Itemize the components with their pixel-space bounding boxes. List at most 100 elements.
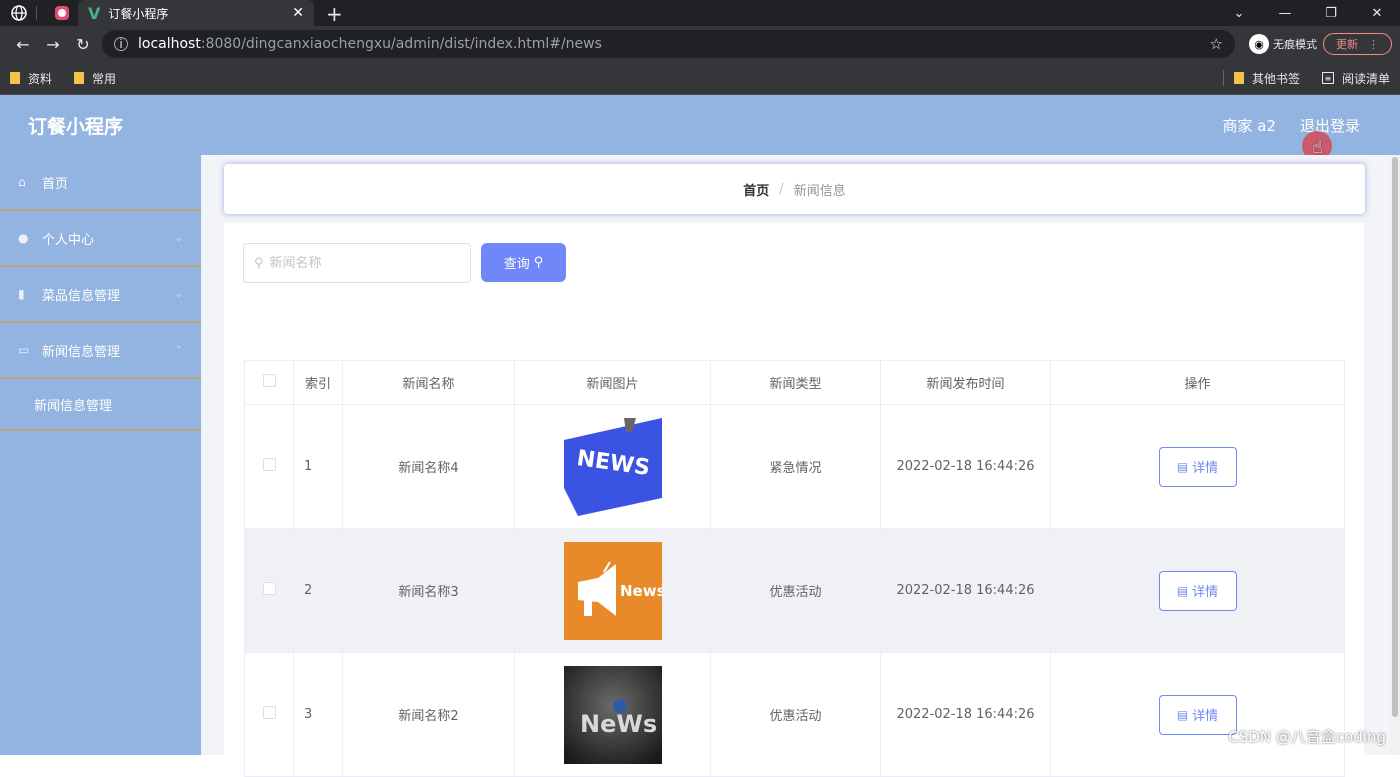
current-user: 商家 a2 — [1222, 116, 1276, 135]
checkbox-cell — [244, 404, 294, 529]
detail-label: 详情 — [1192, 461, 1219, 476]
image-cell: News — [514, 528, 711, 653]
info-icon[interactable]: i — [114, 37, 128, 51]
pinned-tab-icon[interactable] — [51, 2, 73, 24]
content-card: ⚲ 查询 ⚲ 索引 新闻名称 新闻图片 新闻类型 — [224, 223, 1364, 777]
detail-label: 详情 — [1192, 585, 1219, 600]
breadcrumb-home[interactable]: 首页 — [743, 180, 769, 199]
name-cell: 新闻名称2 — [342, 652, 515, 777]
query-button-label: 查询 — [503, 257, 530, 272]
reading-list-icon: ≡ — [1321, 72, 1334, 84]
checkbox-cell — [244, 528, 294, 653]
bookmarks-right: 其他书签 ≡ 阅读清单 — [1222, 70, 1390, 87]
row-checkbox[interactable] — [262, 582, 276, 595]
tab-active[interactable]: V 订餐小程序 ✕ — [78, 0, 314, 26]
forward-button[interactable]: → — [38, 35, 68, 54]
folder-icon — [10, 72, 20, 84]
search-icon: ⚲ — [533, 255, 544, 270]
detail-button[interactable]: ▤ 详情 — [1158, 570, 1237, 611]
update-button[interactable]: 更新 ⋮ — [1323, 33, 1392, 55]
minimize-button[interactable]: — — [1262, 6, 1308, 21]
row-checkbox[interactable] — [262, 706, 276, 719]
bookmark-label: 资料 — [28, 71, 53, 86]
sidebar-item-personal-center[interactable]: ● 个人中心 ⌄ — [0, 211, 201, 267]
restore-button[interactable]: ❐ — [1308, 6, 1354, 21]
scrollbar[interactable] — [1390, 155, 1400, 755]
bookmark-folder-ziliao[interactable]: 资料 — [10, 70, 52, 87]
column-header: 操作 — [1050, 360, 1345, 405]
back-button[interactable]: ← — [8, 35, 38, 54]
bookmarks-bar: 资料 常用 其他书签 ≡ 阅读清单 — [0, 62, 1400, 95]
incognito-icon: ◉ — [1249, 34, 1269, 54]
news-image[interactable]: NEWS — [563, 417, 662, 516]
sidebar-item-news-management[interactable]: ▭ 新闻信息管理 ⌃ — [0, 323, 201, 379]
sidebar-item-home[interactable]: ⌂ 首页 — [0, 155, 201, 211]
tab-separator — [36, 6, 37, 20]
sidebar-subitem-label: 新闻信息管理 — [34, 398, 113, 414]
chevron-down-icon: ⌄ — [174, 288, 183, 300]
globe-icon[interactable] — [8, 2, 30, 24]
document-icon: ▤ — [1176, 459, 1189, 474]
table-row: 1 新闻名称4 NEWS 紧急情况 2022-02-18 16:44:26 ▤ … — [244, 404, 1345, 529]
row-checkbox[interactable] — [262, 458, 276, 471]
address-bar-row: ← → ↻ i localhost:8080/dingcanxiaochengx… — [0, 26, 1400, 62]
search-icon: ⚲ — [254, 255, 264, 271]
bookmark-folder-changyong[interactable]: 常用 — [74, 70, 116, 87]
reading-list[interactable]: ≡ 阅读清单 — [1321, 70, 1390, 87]
image-cell: NEWS — [514, 404, 711, 529]
detail-label: 详情 — [1192, 709, 1219, 724]
browser-tabbar: V 订餐小程序 ✕ + ⌄ — ❐ ✕ — [0, 0, 1400, 26]
incognito-indicator[interactable]: ◉ 无痕模式 — [1249, 34, 1317, 54]
search-input[interactable] — [269, 255, 450, 271]
type-cell: 优惠活动 — [710, 528, 881, 653]
close-window-button[interactable]: ✕ — [1354, 6, 1400, 21]
tab-close-icon[interactable]: ✕ — [292, 5, 304, 21]
other-bookmarks[interactable]: 其他书签 — [1233, 70, 1300, 87]
window-controls: ⌄ — ❐ ✕ — [1216, 0, 1400, 26]
breadcrumb-separator: / — [779, 181, 784, 197]
news-table: 索引 新闻名称 新闻图片 新闻类型 新闻发布时间 操作 1 新闻名称4 NEWS… — [244, 360, 1345, 777]
select-all-cell — [244, 360, 294, 405]
bookmark-separator — [1222, 70, 1224, 86]
column-header: 新闻类型 — [710, 360, 881, 405]
action-cell: ▤ 详情 — [1050, 528, 1345, 653]
news-image[interactable]: NeWs — [563, 665, 662, 764]
column-header: 新闻图片 — [514, 360, 711, 405]
more-menu-icon[interactable]: ⋮ — [1368, 38, 1379, 51]
bookmark-star-icon[interactable]: ☆ — [1210, 35, 1223, 53]
main-area: 首页 / 新闻信息 ⚲ 查询 ⚲ 索引 新闻 — [201, 155, 1400, 777]
vue-logo-icon: V — [88, 3, 101, 23]
app-header: 订餐小程序 商家 a2 退出登录 ☝ — [0, 95, 1400, 161]
news-image-text: NeWs — [580, 710, 657, 738]
news-image[interactable]: News — [563, 541, 662, 640]
detail-button[interactable]: ▤ 详情 — [1158, 694, 1237, 735]
sidebar-item-label: 菜品信息管理 — [42, 288, 121, 304]
tab-search-icon[interactable]: ⌄ — [1216, 6, 1262, 21]
time-cell: 2022-02-18 16:44:26 — [880, 652, 1051, 777]
column-header: 新闻名称 — [342, 360, 515, 405]
app-title: 订餐小程序 — [28, 115, 124, 138]
app-root: 订餐小程序 商家 a2 退出登录 ☝ ⌂ 首页 ● 个人中心 ⌄ ▮ 菜品信息管… — [0, 95, 1400, 777]
detail-button[interactable]: ▤ 详情 — [1158, 446, 1237, 487]
sidebar-subitem-news-management[interactable]: 新闻信息管理 — [0, 379, 201, 431]
logout-link[interactable]: 退出登录 ☝ — [1300, 115, 1360, 161]
search-field[interactable]: ⚲ — [243, 243, 471, 283]
query-button[interactable]: 查询 ⚲ — [481, 243, 566, 282]
other-bookmarks-label: 其他书签 — [1251, 71, 1300, 86]
table-row: 3 新闻名称2 NeWs 优惠活动 2022-02-18 16:44:26 ▤ … — [244, 652, 1345, 777]
sidebar-item-dish-management[interactable]: ▮ 菜品信息管理 ⌄ — [0, 267, 201, 323]
url-input[interactable]: i localhost:8080/dingcanxiaochengxu/admi… — [102, 30, 1235, 58]
time-cell: 2022-02-18 16:44:26 — [880, 528, 1051, 653]
type-cell: 紧急情况 — [710, 404, 881, 529]
image-cell: NeWs — [514, 652, 711, 777]
reading-list-label: 阅读清单 — [1341, 71, 1390, 86]
reload-button[interactable]: ↻ — [68, 35, 98, 54]
index-cell: 2 — [293, 528, 343, 653]
action-cell: ▤ 详情 — [1050, 404, 1345, 529]
action-cell: ▤ 详情 — [1050, 652, 1345, 777]
tab-title: 订餐小程序 — [108, 6, 169, 21]
table-header-row: 索引 新闻名称 新闻图片 新闻类型 新闻发布时间 操作 — [244, 360, 1345, 405]
scrollbar-thumb[interactable] — [1392, 157, 1398, 717]
new-tab-button[interactable]: + — [326, 2, 343, 26]
select-all-checkbox[interactable] — [262, 374, 276, 387]
